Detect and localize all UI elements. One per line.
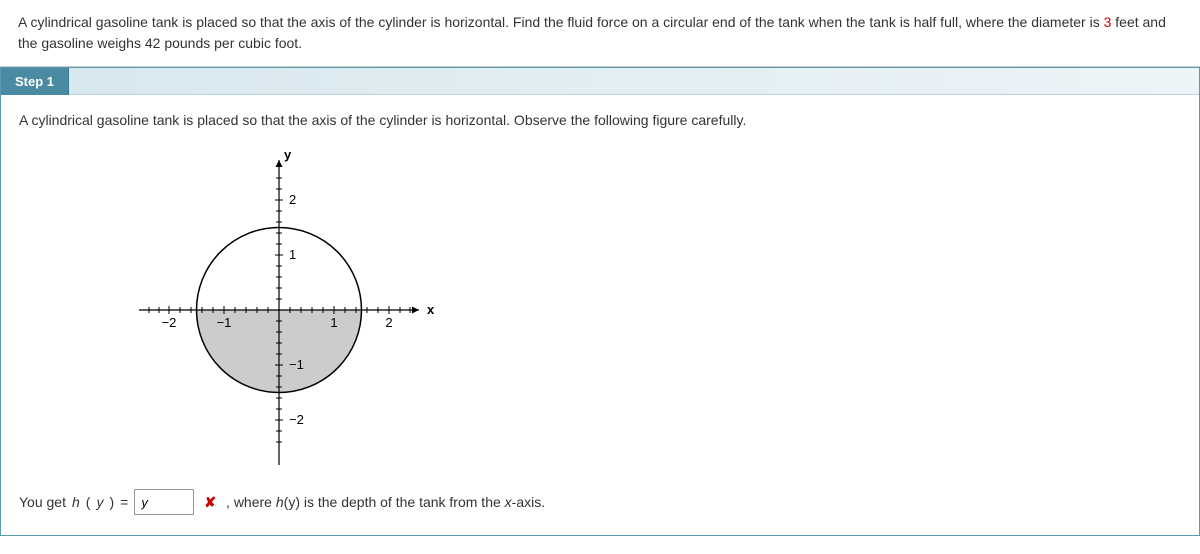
answer-input[interactable] <box>134 489 194 515</box>
answer-suffix-before: , where <box>226 494 276 510</box>
y-axis-label: y <box>284 147 292 162</box>
ytick-1: 1 <box>289 247 296 262</box>
answer-suffix-x: x <box>505 494 512 510</box>
coordinate-plot: −2 −1 1 2 2 1 −1 −2 x y <box>109 145 449 475</box>
step-container: Step 1 A cylindrical gasoline tank is pl… <box>0 67 1200 536</box>
answer-paren-close: ) <box>109 491 114 513</box>
xtick-neg2: −2 <box>162 315 177 330</box>
figure: −2 −1 1 2 2 1 −1 −2 x y <box>109 145 1181 475</box>
answer-suffix-h: h <box>276 494 284 510</box>
ytick-2: 2 <box>289 192 296 207</box>
answer-equals: = <box>120 491 128 513</box>
step-body: A cylindrical gasoline tank is placed so… <box>1 95 1199 535</box>
step-intro-text: A cylindrical gasoline tank is placed so… <box>19 109 1181 131</box>
ytick-neg2: −2 <box>289 412 304 427</box>
ytick-neg1: −1 <box>289 357 304 372</box>
answer-suffix-after1: is the depth of the tank from the <box>300 494 505 510</box>
xtick-1: 1 <box>330 315 337 330</box>
answer-suffix-hy: (y) <box>284 494 300 510</box>
step-label: Step 1 <box>1 68 69 95</box>
answer-row: You get h(y) = ✘ , where h(y) is the dep… <box>19 489 1181 515</box>
xtick-2: 2 <box>385 315 392 330</box>
step-header-fill <box>69 68 1199 95</box>
answer-suffix-after2: -axis. <box>512 494 545 510</box>
x-axis-label: x <box>427 302 435 317</box>
answer-func-name: h <box>72 491 80 513</box>
problem-statement: A cylindrical gasoline tank is placed so… <box>0 0 1200 67</box>
xtick-neg1: −1 <box>217 315 232 330</box>
incorrect-icon: ✘ <box>204 491 216 513</box>
answer-func-arg: y <box>96 491 103 513</box>
problem-text-before: A cylindrical gasoline tank is placed so… <box>18 14 1104 30</box>
answer-paren-open: ( <box>86 491 91 513</box>
answer-prefix: You get <box>19 491 66 513</box>
step-header: Step 1 <box>1 68 1199 95</box>
